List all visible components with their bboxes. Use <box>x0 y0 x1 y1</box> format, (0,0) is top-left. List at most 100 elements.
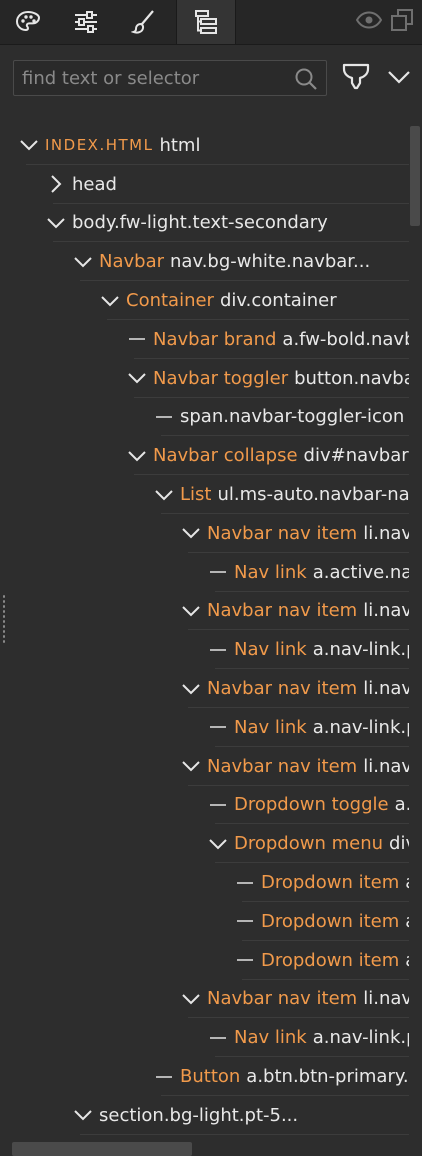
horizontal-scrollbar[interactable] <box>12 1142 192 1156</box>
resize-grip[interactable] <box>2 594 6 644</box>
component-name: Nav link <box>234 716 307 738</box>
chevron-down-icon <box>388 69 410 88</box>
tree-row[interactable]: Navbar collapsediv#navbarN <box>0 436 409 476</box>
panel-actions <box>355 0 414 44</box>
tree-row[interactable]: Nav link a.nav-link.p <box>0 708 409 747</box>
component-name: Dropdown item <box>261 949 400 971</box>
leaf-dash-icon <box>156 415 172 418</box>
tree-row[interactable]: Navbar nav itemli.nav- <box>0 514 409 553</box>
chevron-down-icon[interactable] <box>180 980 202 1018</box>
tree-row[interactable]: Navbar nav.bg-white.navbar... <box>0 242 409 282</box>
chevron-down-icon[interactable] <box>180 592 202 630</box>
leaf-dash-icon <box>210 648 226 651</box>
leaf-dash-icon <box>129 338 145 341</box>
tree-row[interactable]: head <box>0 165 409 204</box>
component-name: List <box>180 484 212 506</box>
tree-row[interactable]: Dropdown itema <box>0 941 409 980</box>
tree-row[interactable]: Navbar nav itemli.nav- <box>0 592 409 631</box>
vertical-scrollbar[interactable] <box>410 126 420 1140</box>
chevron-down-icon[interactable] <box>180 747 202 785</box>
component-name: Navbar nav item <box>207 988 358 1010</box>
tree-row[interactable]: Dropdown itema <box>0 863 409 902</box>
selector-text: a.nav-link.p <box>312 639 409 661</box>
chevron-down-icon[interactable] <box>18 126 40 164</box>
component-name: Navbar <box>99 251 165 273</box>
style-tab[interactable] <box>0 0 56 44</box>
leaf-dash-icon <box>210 571 226 574</box>
component-name: INDEX.HTML <box>45 136 154 155</box>
selector-text: ul.ms-auto.navbar-na <box>217 484 409 506</box>
brush-icon <box>131 9 157 35</box>
tree-row[interactable]: body.fw-light.text-secondary <box>0 204 409 243</box>
tree-row[interactable]: section.bg-light.pt-5... <box>0 1096 409 1135</box>
eye-icon[interactable] <box>355 10 383 34</box>
component-name: Nav link <box>234 561 307 583</box>
chevron-down-icon[interactable] <box>180 514 202 552</box>
component-name: Navbar collapse <box>153 445 298 467</box>
tree-row[interactable]: Dropdown itema <box>0 902 409 941</box>
tree-row[interactable]: span.navbar-toggler-icon <box>0 398 409 437</box>
search-box <box>13 60 327 96</box>
chevron-down-icon[interactable] <box>126 437 148 475</box>
tree-row[interactable]: Dropdown togglea. <box>0 786 409 825</box>
selector-text: div#navbarN <box>303 445 409 467</box>
selector-text: a.btn.btn-primary. <box>246 1066 409 1088</box>
chevron-down-icon[interactable] <box>72 1096 94 1134</box>
duplicate-icon[interactable] <box>390 8 414 36</box>
component-name: Button <box>180 1066 241 1088</box>
chevron-down-icon[interactable] <box>99 282 121 320</box>
tree-row[interactable]: Nav link a.nav-link.p <box>0 1018 409 1058</box>
funnel-cup-icon <box>341 61 371 95</box>
leaf-dash-icon <box>237 881 253 884</box>
tree-row[interactable]: Navbar nav itemli.nav- <box>0 980 409 1019</box>
chevron-down-icon[interactable] <box>45 204 67 242</box>
chevron-down-icon[interactable] <box>72 243 94 281</box>
layers-tab[interactable] <box>176 0 236 44</box>
selector-text: li.nav- <box>363 755 409 777</box>
selector-text: li.nav- <box>363 988 409 1010</box>
scroll-thumb[interactable] <box>410 126 420 226</box>
settings-tab[interactable] <box>58 0 114 44</box>
selector-text: a.active.nav <box>312 561 409 583</box>
selector-text: li.nav- <box>363 522 409 544</box>
selector-text: div <box>389 833 409 855</box>
leaf-dash-icon <box>210 803 226 806</box>
chevron-down-icon[interactable] <box>153 476 175 514</box>
tree-row[interactable]: Dropdown menudiv <box>0 824 409 864</box>
search-input[interactable] <box>22 61 292 95</box>
tree-row[interactable]: INDEX.HTML html <box>0 126 409 165</box>
leaf-dash-icon <box>210 1036 226 1039</box>
tree-row[interactable]: Button a.btn.btn-primary. <box>0 1057 409 1096</box>
selector-text: a.nav-link.p <box>312 716 409 738</box>
component-name: Navbar nav item <box>207 600 358 622</box>
chevron-down-icon[interactable] <box>180 670 202 708</box>
search-icon[interactable] <box>294 67 318 95</box>
selector-text: li.nav- <box>363 678 409 700</box>
chevron-down-icon[interactable] <box>126 359 148 397</box>
filter-button[interactable] <box>340 62 372 94</box>
component-name: Dropdown toggle <box>234 794 389 816</box>
tree-row[interactable]: List ul.ms-auto.navbar-na <box>0 475 409 514</box>
tree-row[interactable]: Nav linka.active.nav <box>0 553 409 592</box>
component-name: Navbar nav item <box>207 522 358 544</box>
tree-row[interactable]: Navbar nav itemli.nav- <box>0 669 409 708</box>
chevron-down-icon[interactable] <box>207 825 229 863</box>
component-name: Nav link <box>234 639 307 661</box>
tree-row[interactable]: Navbar nav itemli.nav- <box>0 747 409 786</box>
tree-row[interactable]: Nav link a.nav-link.p <box>0 630 409 670</box>
leaf-dash-icon <box>210 726 226 729</box>
leaf-dash-icon <box>237 959 253 962</box>
brush-tab[interactable] <box>116 0 172 44</box>
chevron-right-icon[interactable] <box>45 165 67 203</box>
tree-row[interactable]: Container div.container <box>0 281 409 320</box>
sliders-icon <box>73 9 99 35</box>
element-tree: INDEX.HTML html head body.fw-light.text-sec… <box>0 126 409 1140</box>
panel-toolbar <box>0 0 422 45</box>
selector-text: a.fw-bold.navb <box>282 328 409 350</box>
selector-text: section.bg-light.pt-5... <box>99 1104 299 1126</box>
expand-options-button[interactable] <box>385 62 413 94</box>
selector-text: a <box>405 950 409 971</box>
selector-text: nav.bg-white.navbar... <box>170 251 371 273</box>
tree-row[interactable]: Navbar toggler button.navba <box>0 359 409 398</box>
tree-row[interactable]: Navbar brand a.fw-bold.navb <box>0 320 409 359</box>
